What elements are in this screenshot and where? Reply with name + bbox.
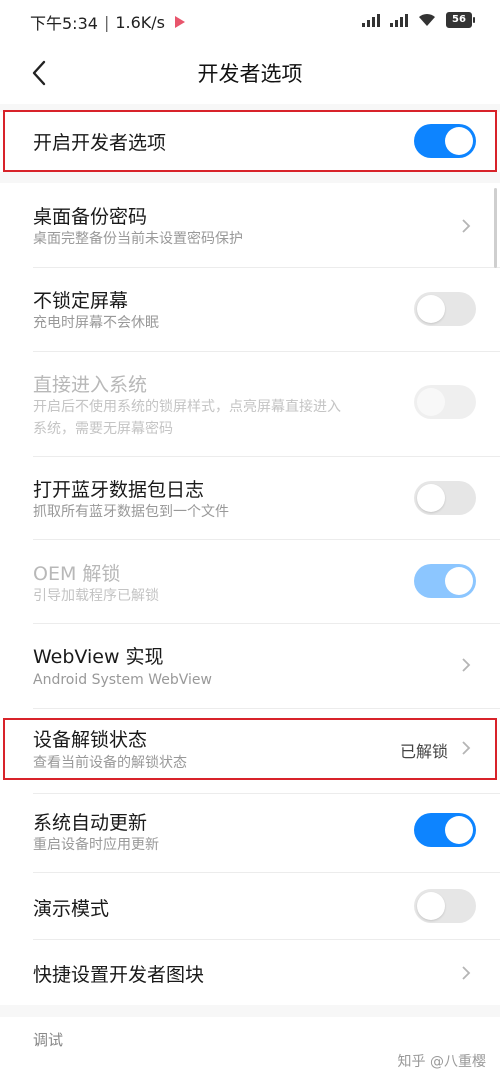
demo-mode-row[interactable]: 演示模式 xyxy=(0,873,500,939)
system-auto-update-toggle[interactable] xyxy=(414,813,476,847)
oem-unlock-toggle xyxy=(414,564,476,598)
status-right: 56 xyxy=(362,12,475,28)
play-store-icon xyxy=(175,16,185,28)
status-left: 下午5:34 | 1.6K/s xyxy=(30,10,185,34)
debug-section: 调试 xyxy=(0,1017,500,1083)
row-subtitle: Android System WebView xyxy=(33,672,212,688)
desktop-backup-password-row[interactable]: 桌面备份密码 桌面完整备份当前未设置密码保护 xyxy=(0,183,500,267)
row-title: 桌面备份密码 xyxy=(33,206,148,228)
status-time: 下午5:34 xyxy=(30,14,98,33)
row-subtitle: 重启设备时应用更新 xyxy=(33,837,159,853)
watermark: 知乎 @八重樱 xyxy=(397,1054,486,1070)
row-subtitle: 抓取所有蓝牙数据包到一个文件 xyxy=(33,504,229,520)
status-separator: | xyxy=(103,12,110,32)
chevron-right-icon xyxy=(462,219,471,233)
row-subtitle-line2: 系统，需要无屏幕密码 xyxy=(33,421,173,437)
wifi-icon xyxy=(419,13,435,26)
bluetooth-log-toggle[interactable] xyxy=(414,481,476,515)
battery-icon: 56 xyxy=(446,12,475,28)
stay-awake-row[interactable]: 不锁定屏幕 充电时屏幕不会休眠 xyxy=(0,268,500,351)
row-subtitle-line1: 开启后不使用系统的锁屏样式，点亮屏幕直接进入 xyxy=(33,399,341,415)
row-title: 直接进入系统 xyxy=(33,374,148,396)
direct-enter-system-toggle xyxy=(414,385,476,419)
highlight-developer-toggle xyxy=(3,110,497,172)
oem-unlock-row: OEM 解锁 引导加载程序已解锁 xyxy=(0,540,500,623)
scrollbar[interactable] xyxy=(494,188,497,268)
row-subtitle: 桌面完整备份当前未设置密码保护 xyxy=(33,231,243,247)
highlight-device-unlock-status xyxy=(3,718,497,780)
row-subtitle: 充电时屏幕不会休眠 xyxy=(33,315,159,331)
signal-icon xyxy=(362,13,380,27)
row-title: 演示模式 xyxy=(33,898,110,920)
row-subtitle: 引导加载程序已解锁 xyxy=(33,588,159,604)
row-title: 不锁定屏幕 xyxy=(33,290,129,312)
chevron-right-icon xyxy=(462,966,471,980)
direct-enter-system-row: 直接进入系统 开启后不使用系统的锁屏样式，点亮屏幕直接进入 系统，需要无屏幕密码 xyxy=(0,352,500,456)
settings-list: 桌面备份密码 桌面完整备份当前未设置密码保护 不锁定屏幕 充电时屏幕不会休眠 直… xyxy=(0,183,500,1005)
network-speed: 1.6K/s xyxy=(115,12,165,32)
stay-awake-toggle[interactable] xyxy=(414,292,476,326)
row-title: 快捷设置开发者图块 xyxy=(33,964,205,986)
screen: 下午5:34 | 1.6K/s 56 开发者选项 开启开发者选项 桌面备份密码 … xyxy=(0,0,500,1083)
system-auto-update-row[interactable]: 系统自动更新 重启设备时应用更新 xyxy=(0,794,500,877)
row-title: 系统自动更新 xyxy=(33,812,148,834)
signal-icon-2 xyxy=(390,13,408,27)
page-title: 开发者选项 xyxy=(197,62,303,86)
debug-section-header: 调试 xyxy=(33,1031,64,1049)
demo-mode-toggle[interactable] xyxy=(414,889,476,923)
row-title: WebView 实现 xyxy=(33,646,164,668)
webview-implementation-row[interactable]: WebView 实现 Android System WebView xyxy=(0,624,500,708)
row-title: 打开蓝牙数据包日志 xyxy=(33,479,205,501)
bluetooth-log-row[interactable]: 打开蓝牙数据包日志 抓取所有蓝牙数据包到一个文件 xyxy=(0,457,500,539)
status-bar: 下午5:34 | 1.6K/s 56 xyxy=(0,0,500,44)
quick-settings-tiles-row[interactable]: 快捷设置开发者图块 xyxy=(0,940,500,1005)
row-title: OEM 解锁 xyxy=(33,563,121,585)
chevron-right-icon xyxy=(462,658,471,672)
app-header: 开发者选项 xyxy=(0,44,500,104)
